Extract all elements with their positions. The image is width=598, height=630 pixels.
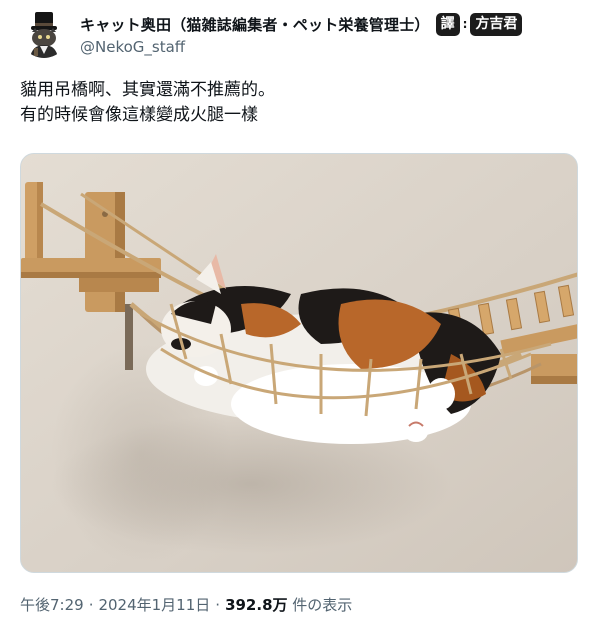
- tweet-time: 午後7:29: [20, 596, 84, 614]
- name-line: キャット奥田（猫雑誌編集者・ペット栄養管理士） 譯 : 方吉君: [80, 12, 523, 36]
- tweet-header: キャット奥田（猫雑誌編集者・ペット栄養管理士） 譯 : 方吉君 @NekoG_s…: [20, 8, 580, 64]
- cat-in-rope-bridge-photo-icon: [21, 154, 577, 572]
- tweet-text: 貓用吊橋啊、其實還滿不推薦的。 有的時候會像這樣變成火腿一樣: [20, 78, 580, 128]
- meta-separator: ·: [215, 596, 221, 614]
- tweet-line: 貓用吊橋啊、其實還滿不推薦的。: [20, 80, 275, 100]
- display-name[interactable]: キャット奥田（猫雑誌編集者・ペット栄養管理士）: [80, 14, 430, 35]
- translator-badge: 譯 : 方吉君: [435, 12, 523, 36]
- tweet-time-link[interactable]: 午後7:29 · 2024年1月11日: [20, 596, 210, 614]
- meta-separator: ·: [88, 596, 94, 614]
- cat-with-top-hat-avatar-icon: [20, 10, 68, 58]
- translator-separator: :: [462, 17, 468, 31]
- user-handle[interactable]: @NekoG_staff: [80, 38, 185, 56]
- tweet-line: 有的時候會像這樣變成火腿一樣: [20, 105, 258, 125]
- translator-label: 譯: [435, 12, 460, 36]
- translator-name: 方吉君: [470, 12, 523, 36]
- tweet-photo[interactable]: [20, 153, 578, 573]
- views-count: 392.8万: [225, 596, 288, 614]
- tweet-date: 2024年1月11日: [98, 596, 211, 614]
- tweet-meta: 午後7:29 · 2024年1月11日 · 392.8万 件の表示: [20, 594, 352, 615]
- avatar[interactable]: [20, 10, 68, 58]
- views-label: 件の表示: [292, 596, 353, 614]
